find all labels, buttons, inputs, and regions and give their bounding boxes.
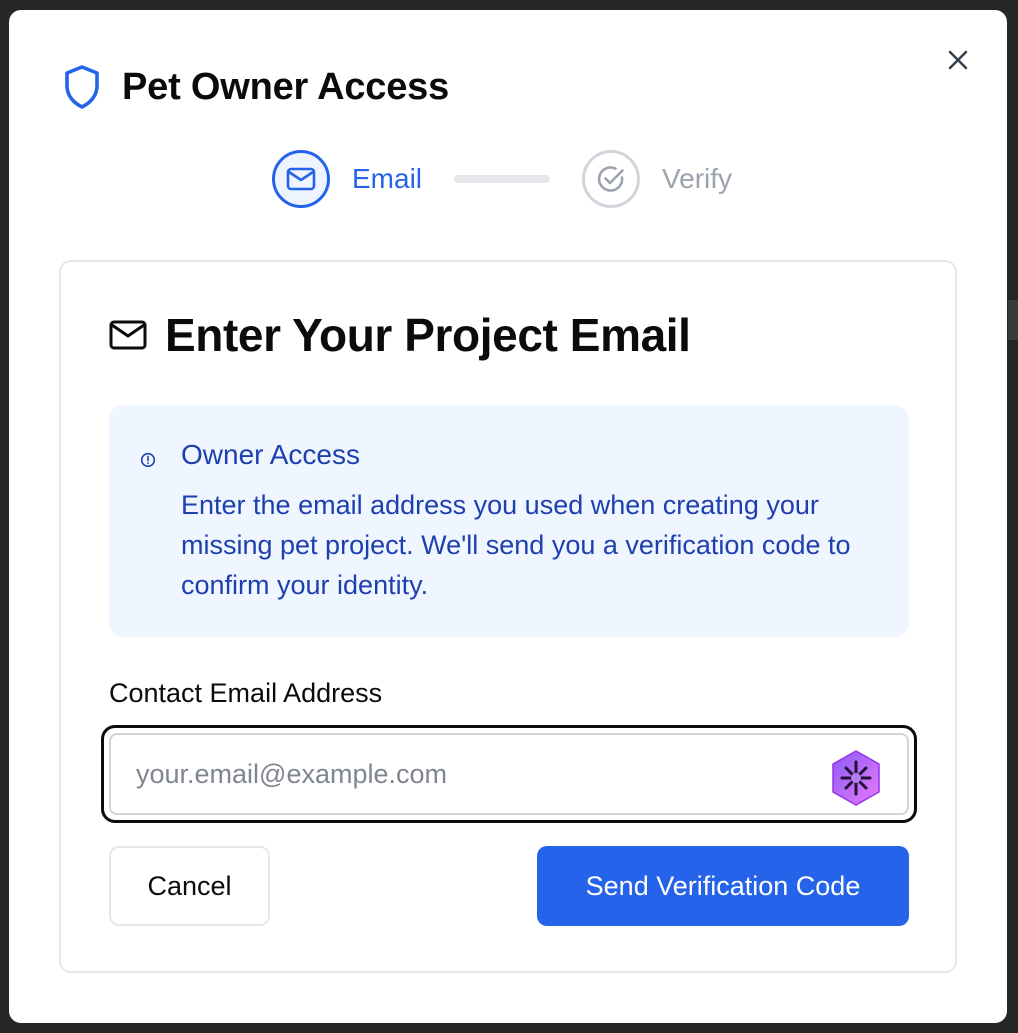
close-button[interactable] [944,46,972,74]
info-icon [140,452,156,468]
email-field-focus-ring [101,725,917,823]
password-manager-icon[interactable] [829,749,883,807]
owner-access-dialog: Pet Owner Access Email Verify Enter Your… [9,10,1007,1023]
progress-stepper: Email Verify [272,147,732,211]
mail-icon [109,320,147,350]
send-verification-code-button[interactable]: Send Verification Code [537,846,909,926]
dialog-header: Pet Owner Access [62,62,449,112]
step-connector [454,175,551,183]
info-alert: Owner Access Enter the email address you… [109,405,909,637]
background-page-edge [1008,300,1018,340]
dialog-title: Pet Owner Access [122,65,449,108]
mail-icon [286,167,316,191]
email-step-card: Enter Your Project Email Owner Access En… [59,260,957,973]
close-icon [948,50,968,70]
step-verify-label: Verify [662,163,733,194]
step-verify-indicator [582,150,641,208]
shield-icon [65,65,99,109]
step-email-label: Email [352,163,423,194]
card-header: Enter Your Project Email [109,309,691,361]
email-field-container [109,733,909,815]
card-title: Enter Your Project Email [165,309,691,361]
step-email-indicator [272,150,330,208]
email-input[interactable] [111,735,907,813]
email-field-label: Contact Email Address [109,678,383,708]
info-message: Enter the email address you used when cr… [181,490,851,600]
check-circle-icon [597,166,624,192]
cancel-button[interactable]: Cancel [109,846,270,926]
info-title: Owner Access [181,439,360,470]
